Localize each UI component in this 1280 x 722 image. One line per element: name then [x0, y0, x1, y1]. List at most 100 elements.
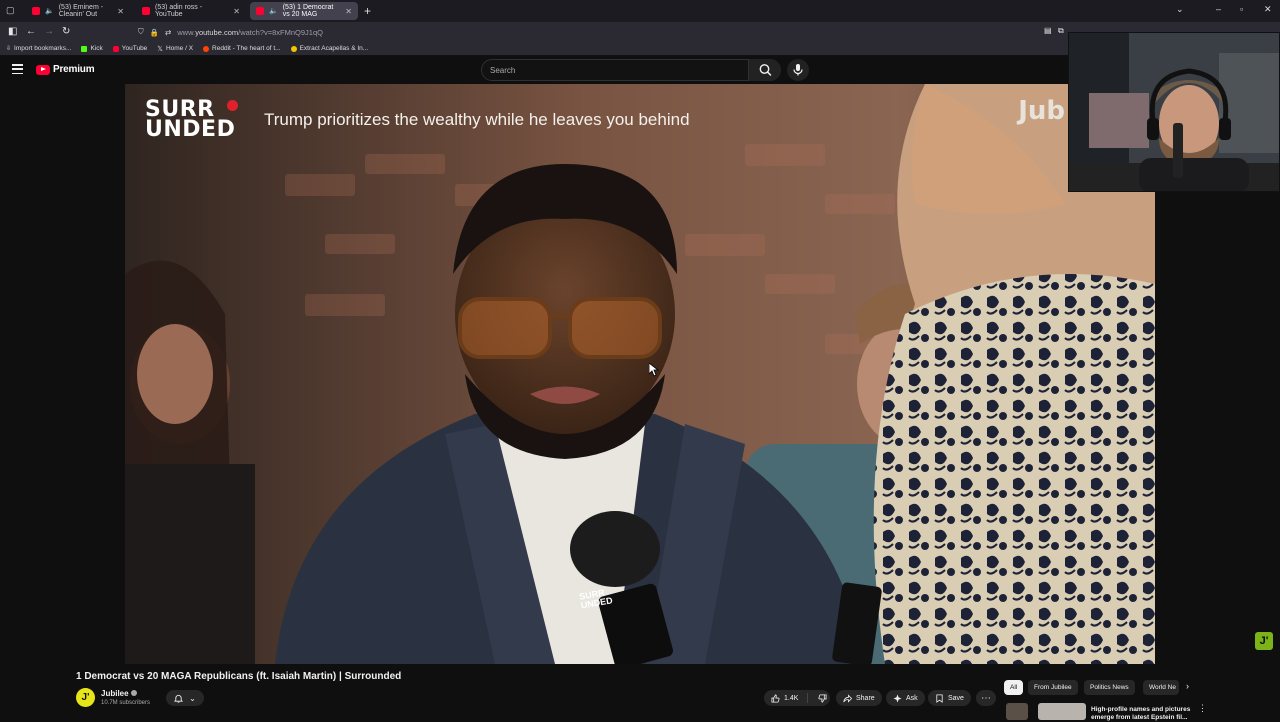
notifications-button[interactable]: ⌄ — [166, 690, 204, 706]
reddit-icon — [203, 45, 210, 52]
restore-icon[interactable]: ▫ — [1240, 4, 1243, 14]
new-tab-icon[interactable]: + — [364, 4, 371, 18]
tab-speaker-icon: 🔈 — [45, 8, 54, 15]
sparkle-icon — [893, 693, 902, 703]
youtube-favicon-icon — [142, 7, 150, 15]
tab-title: (53) Eminem - Cleanin' Out — [58, 4, 104, 18]
permissions-icon[interactable]: ⇄ — [165, 28, 171, 37]
lock-icon[interactable]: 🔒 — [150, 28, 159, 37]
youtube-premium-logo[interactable]: Premium — [36, 64, 95, 75]
bookmark-x[interactable]: 𝕏 Home / X — [157, 45, 193, 53]
list-tabs-chevron-icon[interactable]: ⌄ — [1176, 4, 1184, 15]
bookmark-label: Kick — [90, 45, 103, 52]
video-caption-headline: Trump prioritizes the wealthy while he l… — [264, 110, 690, 129]
bookmark-icon — [936, 693, 943, 703]
surrounded-dot-icon — [227, 100, 238, 111]
youtube-favicon-icon — [256, 7, 264, 15]
browser-tab-bar: ▢ 🔈 (53) Eminem - Cleanin' Out ✕ (53) ad… — [0, 0, 1280, 22]
bookmark-reddit[interactable]: Reddit - The heart of t... — [203, 45, 281, 52]
like-dislike-group: 1.4K — [764, 690, 830, 706]
search-icon — [759, 64, 772, 76]
chevron-down-icon: ⌄ — [189, 693, 196, 703]
tab-title: (53) 1 Democrat vs 20 MAG — [282, 4, 334, 18]
dislike-button[interactable] — [812, 693, 827, 703]
thumbs-up-icon — [771, 693, 780, 703]
mouse-cursor-icon — [649, 363, 659, 377]
browser-tab[interactable]: (53) adin ross - YouTube ✕ — [136, 2, 246, 20]
search-button[interactable] — [748, 59, 781, 81]
streamer-webcam — [1068, 32, 1280, 192]
tab-title: (53) adin ross - YouTube — [155, 4, 203, 18]
close-tab-icon[interactable]: ✕ — [233, 7, 240, 16]
forward-icon[interactable]: → — [44, 26, 54, 37]
chip-politics-news[interactable]: Politics News — [1084, 680, 1135, 695]
share-button[interactable]: Share — [836, 690, 882, 706]
recommendation-channel-thumbnail[interactable] — [1006, 703, 1028, 720]
minimize-icon[interactable]: – — [1216, 4, 1221, 14]
bookmark-label: Import bookmarks... — [14, 45, 72, 52]
channel-avatar[interactable]: J' — [76, 688, 95, 707]
kick-icon — [81, 45, 88, 52]
sidebar-toggle-icon[interactable]: ◧ — [8, 26, 17, 37]
chip-all[interactable]: All — [1004, 680, 1024, 695]
tab-speaker-icon: 🔈 — [269, 8, 278, 15]
bookmark-youtube[interactable]: YouTube — [112, 45, 148, 52]
like-button[interactable]: 1.4K — [764, 693, 808, 703]
save-button[interactable]: Save — [928, 690, 971, 706]
youtube-favicon-icon — [32, 7, 40, 15]
browser-tab[interactable]: 🔈 (53) Eminem - Cleanin' Out ✕ — [26, 2, 130, 20]
url-path: /watch?v=8xFMnQ9J1qQ — [238, 27, 323, 37]
picture-in-picture-icon[interactable]: ⧉ — [1058, 26, 1064, 36]
thumbs-down-icon — [818, 693, 827, 703]
chevron-right-icon[interactable]: › — [1186, 681, 1189, 691]
like-count: 1.4K — [784, 694, 799, 702]
ask-label: Ask — [906, 694, 918, 702]
browser-tab-active[interactable]: 🔈 (53) 1 Democrat vs 20 MAG ✕ — [250, 2, 358, 20]
x-icon: 𝕏 — [157, 45, 163, 53]
logo-text: Premium — [53, 64, 95, 75]
share-label: Share — [856, 694, 875, 702]
close-tab-icon[interactable]: ✕ — [345, 7, 352, 16]
ask-button[interactable]: Ask — [886, 690, 925, 706]
menu-icon[interactable] — [12, 64, 23, 74]
chip-world-news[interactable]: World Ne — [1143, 680, 1179, 695]
jubilee-channel-badge[interactable]: J' — [1255, 632, 1273, 650]
search-box — [481, 59, 781, 81]
verified-badge-icon — [131, 690, 137, 696]
bookmark-label: Home / X — [165, 45, 194, 52]
reload-icon[interactable]: ↻ — [62, 26, 70, 37]
subscriber-count: 10.7M subscribers — [101, 700, 151, 706]
bookmark-import[interactable]: ⇩ Import bookmarks... — [6, 45, 71, 52]
chip-from-jubilee[interactable]: From Jubilee — [1028, 680, 1078, 695]
bell-icon — [174, 694, 184, 703]
url-domain: youtube.com — [195, 27, 239, 37]
more-vertical-icon[interactable]: ⋮ — [1198, 703, 1207, 714]
bookmark-kick[interactable]: Kick — [81, 45, 103, 52]
back-icon[interactable]: ← — [26, 26, 36, 37]
tracking-shield-icon[interactable]: ⛉ — [138, 27, 144, 37]
reader-view-icon[interactable]: ▤ — [1044, 26, 1052, 35]
youtube-icon — [112, 45, 119, 52]
close-tab-icon[interactable]: ✕ — [117, 7, 124, 16]
jubilee-watermark: Jub — [1018, 96, 1065, 126]
search-input[interactable] — [490, 64, 740, 77]
more-horizontal-icon: ⋯ — [981, 692, 991, 704]
window-close-icon[interactable]: ✕ — [1264, 4, 1272, 15]
url-prefix: www. — [177, 27, 196, 37]
youtube-play-icon — [36, 64, 50, 75]
url-bar[interactable]: ⛉ 🔒 ⇄ www.youtube.com/watch?v=8xFMnQ9J1q… — [132, 24, 1062, 40]
surrounded-logo: SURR UNDED — [145, 99, 235, 141]
microphone-icon — [793, 64, 803, 76]
bookmark-label: Extract Acapellas & In... — [299, 45, 369, 52]
voice-search-button[interactable] — [787, 59, 809, 81]
import-icon: ⇩ — [6, 46, 12, 52]
video-player[interactable]: SURR UNDED Trump prioritizes the wealthy… — [125, 84, 1155, 664]
recommendation-thumbnail[interactable] — [1038, 703, 1086, 720]
bookmark-extract[interactable]: Extract Acapellas & In... — [290, 45, 369, 52]
save-label: Save — [948, 694, 964, 702]
bookmark-label: YouTube — [121, 45, 148, 52]
share-icon — [843, 693, 852, 703]
channel-name[interactable]: Jubilee — [101, 689, 129, 698]
tab-overview-icon[interactable]: ▢ — [6, 5, 15, 16]
more-actions-button[interactable]: ⋯ — [976, 690, 996, 706]
